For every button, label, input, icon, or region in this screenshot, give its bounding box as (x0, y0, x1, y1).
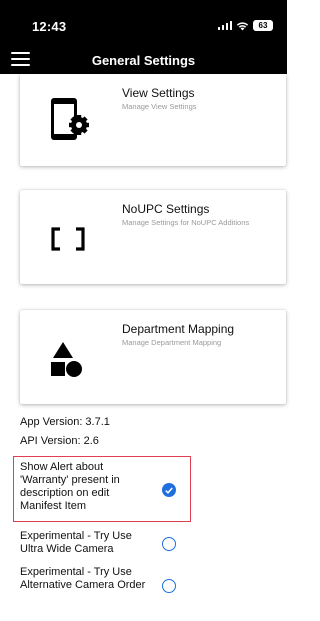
setting-alternative-camera-order[interactable]: Experimental - Try Use Alternative Camer… (20, 566, 188, 608)
card-title: NoUPC Settings (122, 202, 210, 216)
card-title: View Settings (122, 86, 195, 100)
setting-label: Experimental - Try Use Alternative Camer… (20, 566, 146, 591)
setting-warranty-alert[interactable]: Show Alert about 'Warranty' present in d… (20, 461, 188, 519)
card-subtitle: Manage Department Mapping (122, 338, 222, 347)
shapes-icon (51, 342, 82, 377)
status-time: 12:43 (32, 19, 67, 34)
status-icons: 63 (217, 20, 273, 31)
alternative-camera-order-radio[interactable] (162, 579, 176, 593)
noupc-settings-card[interactable]: NoUPC Settings Manage Settings for NoUPC… (20, 190, 286, 284)
card-title: Department Mapping (122, 322, 235, 336)
status-bar: 12:43 63 (0, 0, 287, 44)
phone-settings-icon (51, 98, 89, 140)
brackets-icon (51, 227, 85, 251)
page-title: General Settings (91, 53, 196, 68)
view-settings-card[interactable]: View Settings Manage View Settings (20, 74, 286, 166)
card-subtitle: Manage Settings for NoUPC Additions (122, 218, 250, 227)
wifi-icon (236, 21, 249, 30)
app-version: App Version: 3.7.1 (20, 416, 110, 428)
header: General Settings (0, 44, 287, 74)
setting-ultra-wide-camera[interactable]: Experimental - Try Use Ultra Wide Camera (20, 530, 188, 558)
battery-icon: 63 (253, 20, 273, 31)
signal-icon (217, 21, 232, 30)
setting-label: Show Alert about 'Warranty' present in d… (20, 461, 120, 512)
api-version: API Version: 2.6 (20, 435, 99, 447)
department-mapping-card[interactable]: Department Mapping Manage Department Map… (20, 310, 286, 404)
checkmark-icon (165, 487, 173, 494)
warranty-alert-checkbox[interactable] (162, 483, 176, 497)
ultra-wide-camera-radio[interactable] (162, 537, 176, 551)
card-subtitle: Manage View Settings (122, 102, 197, 111)
setting-label: Experimental - Try Use Ultra Wide Camera (20, 530, 132, 555)
